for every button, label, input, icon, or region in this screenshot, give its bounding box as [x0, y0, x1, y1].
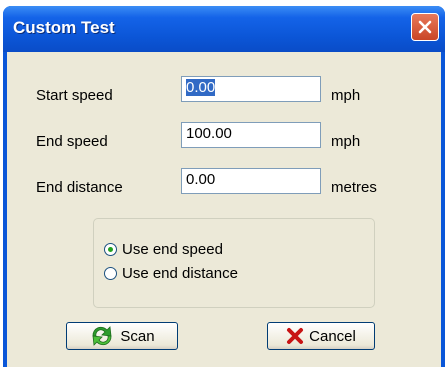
- use-end-distance-label: Use end distance: [122, 265, 238, 282]
- cancel-button-label: Cancel: [309, 327, 356, 345]
- start-speed-input[interactable]: 0.00: [181, 76, 321, 102]
- use-end-distance-radio[interactable]: Use end distance: [104, 265, 238, 282]
- title-bar[interactable]: Custom Test: [3, 6, 445, 52]
- radio-button-checked[interactable]: [104, 243, 117, 256]
- end-distance-unit: metres: [331, 179, 377, 196]
- refresh-arrows-icon: [89, 325, 115, 347]
- cancel-button[interactable]: Cancel: [267, 322, 375, 350]
- scan-button[interactable]: Scan: [66, 322, 178, 350]
- end-condition-group: Use end speed Use end distance: [93, 218, 375, 308]
- use-end-speed-label: Use end speed: [122, 241, 223, 258]
- end-distance-input[interactable]: 0.00: [181, 168, 321, 194]
- close-icon: [418, 20, 432, 34]
- end-speed-unit: mph: [331, 133, 361, 150]
- radio-button-unchecked[interactable]: [104, 267, 117, 280]
- end-distance-label: End distance: [36, 179, 123, 196]
- close-button[interactable]: [411, 13, 439, 41]
- dialog-client-area: Start speed 0.00 mph End speed 100.00 mp…: [7, 52, 441, 367]
- end-speed-input[interactable]: 100.00: [181, 122, 321, 148]
- red-x-icon: [286, 327, 304, 345]
- scan-button-label: Scan: [120, 327, 155, 345]
- dialog-window: Custom Test Start speed 0.00 mph End spe…: [3, 6, 445, 367]
- start-speed-unit: mph: [331, 87, 361, 104]
- end-speed-label: End speed: [36, 133, 108, 150]
- start-speed-label: Start speed: [36, 87, 113, 104]
- window-title: Custom Test: [13, 18, 115, 37]
- use-end-speed-radio[interactable]: Use end speed: [104, 241, 223, 258]
